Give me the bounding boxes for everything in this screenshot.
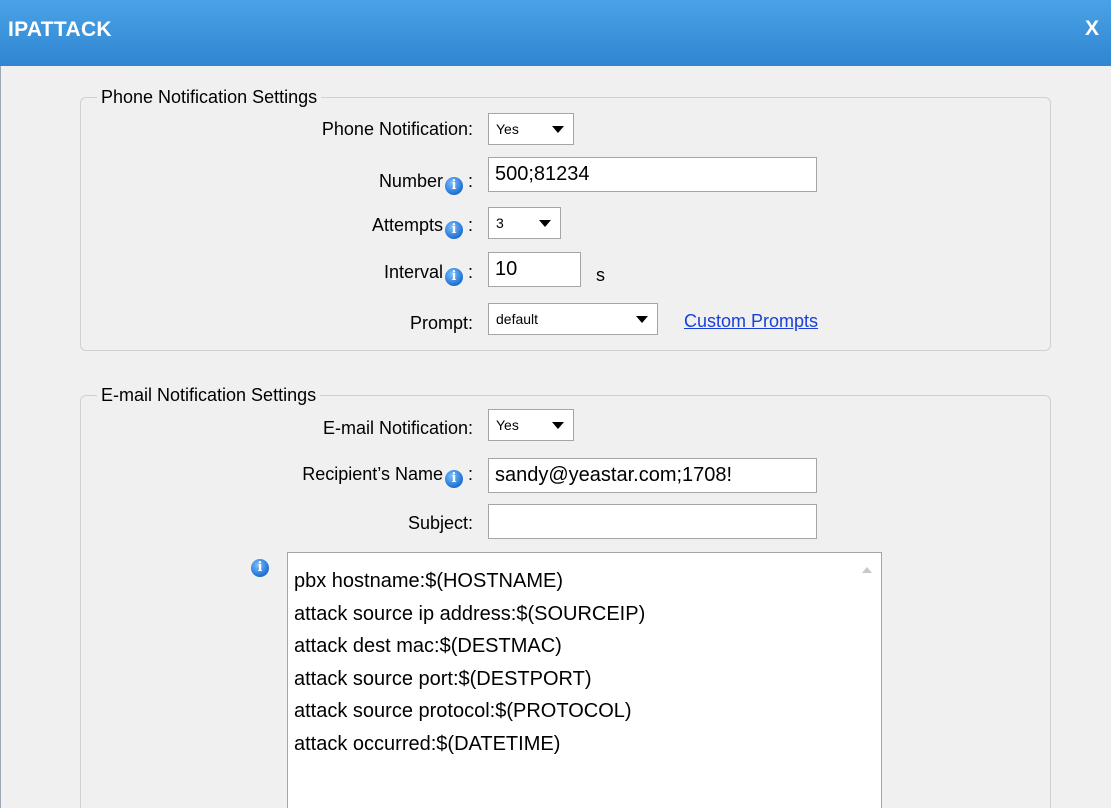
email-notification-label: E-mail Notification: <box>322 418 473 438</box>
email-body-line: attack source protocol:$(PROTOCOL) <box>294 700 632 723</box>
attempts-colon: : <box>467 215 473 235</box>
close-icon[interactable]: X <box>1085 17 1099 41</box>
email-notification-value: Yes <box>496 417 519 433</box>
email-body-content: pbx hostname:$(HOSTNAME) attack source i… <box>294 565 645 761</box>
title-bar: IPATTACK X <box>0 0 1111 66</box>
phone-notification-label: Phone Notification: <box>321 119 473 139</box>
subject-label: Subject: <box>407 513 473 533</box>
attempts-label: Attempts <box>371 215 443 235</box>
info-icon[interactable]: i <box>444 221 463 239</box>
number-label-group: Number i : <box>379 171 473 195</box>
email-body-line: pbx hostname:$(HOSTNAME) <box>294 570 563 592</box>
textarea-scrollbar[interactable] <box>853 553 881 808</box>
phone-settings-legend: Phone Notification Settings <box>101 87 318 107</box>
info-icon[interactable]: i <box>444 470 463 488</box>
email-body-line: attack source ip address:$(SOURCEIP) <box>294 602 646 625</box>
interval-label: Interval <box>383 262 443 282</box>
email-body-line: attack source port:$(DESTPORT) <box>294 667 592 690</box>
attempts-value: 3 <box>496 215 504 231</box>
chevron-down-icon <box>552 422 564 429</box>
recipient-field[interactable]: sandy@yeastar.com;1708! <box>488 458 817 493</box>
prompt-select[interactable]: default <box>488 303 658 335</box>
dialog-title: IPATTACK <box>8 18 112 41</box>
recipient-label-group: Recipient’s Name i : <box>302 464 473 488</box>
chevron-down-icon <box>539 220 551 227</box>
prompt-value: default <box>496 311 539 327</box>
email-notification-select[interactable]: Yes <box>488 409 574 441</box>
info-icon[interactable]: i <box>251 559 269 577</box>
attempts-label-group: Attempts i : <box>372 215 473 239</box>
email-body-line: attack dest mac:$(DESTMAC) <box>294 635 562 658</box>
scroll-up-icon[interactable] <box>862 567 872 573</box>
chevron-down-icon <box>552 126 564 133</box>
recipient-label: Recipient’s Name <box>302 464 443 484</box>
number-label: Number <box>378 171 443 191</box>
email-settings-legend: E-mail Notification Settings <box>101 385 317 405</box>
chevron-down-icon <box>636 316 648 323</box>
interval-colon: : <box>467 262 473 282</box>
prompt-label: Prompt: <box>409 313 473 333</box>
number-field[interactable]: 500;81234 <box>488 157 817 192</box>
ipattack-dialog: IPATTACK X Phone Notification Settings P… <box>0 0 1111 808</box>
subject-field[interactable] <box>488 504 817 539</box>
attempts-select[interactable]: 3 <box>488 207 561 239</box>
number-colon: : <box>467 171 473 191</box>
custom-prompts-link[interactable]: Custom Prompts <box>684 311 818 332</box>
phone-notification-select[interactable]: Yes <box>488 113 574 145</box>
interval-unit: s <box>596 265 605 285</box>
interval-field[interactable]: 10 <box>488 252 581 287</box>
info-icon[interactable]: i <box>444 268 463 286</box>
recipient-colon: : <box>467 464 473 484</box>
interval-label-group: Interval i : <box>384 262 473 286</box>
email-body-line: attack occurred:$(DATETIME) <box>294 732 561 755</box>
info-icon[interactable]: i <box>444 177 463 195</box>
email-body-textarea[interactable]: pbx hostname:$(HOSTNAME) attack source i… <box>287 552 882 808</box>
phone-notification-value: Yes <box>496 121 519 137</box>
